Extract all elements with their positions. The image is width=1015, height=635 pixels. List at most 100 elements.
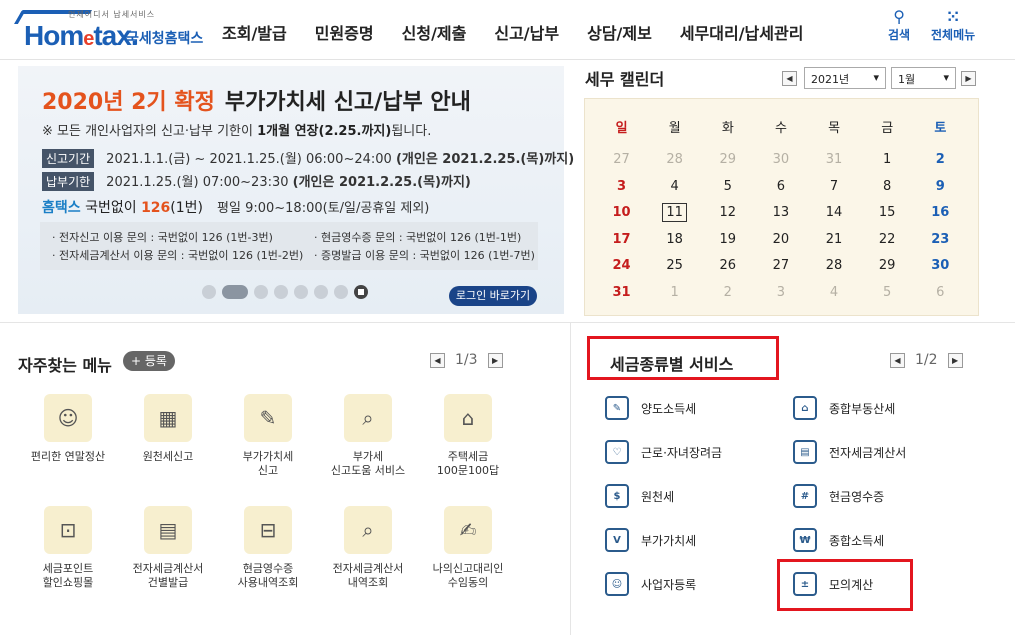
slide-dot[interactable]: [202, 285, 216, 299]
tax-services-next-button[interactable]: ▶: [947, 352, 963, 368]
calendar-day[interactable]: 26: [701, 258, 754, 273]
calendar-day[interactable]: 30: [754, 152, 807, 167]
calendar-day[interactable]: 6: [754, 179, 807, 194]
calendar-day[interactable]: 9: [914, 179, 967, 194]
calendar-day[interactable]: 18: [648, 232, 701, 247]
calendar-day[interactable]: 12: [701, 205, 754, 220]
slide-dot[interactable]: [314, 285, 328, 299]
favorite-menu-item[interactable]: ✎ 부가가치세 신고: [218, 394, 318, 478]
pause-icon[interactable]: [354, 285, 368, 299]
calendar-day[interactable]: 22: [861, 232, 914, 247]
tax-service-item[interactable]: ⌂ 종합부동산세: [793, 396, 895, 420]
calendar-day[interactable]: 8: [861, 179, 914, 194]
slide-dot[interactable]: [294, 285, 308, 299]
favorite-menu-item[interactable]: ▤ 전자세금계산서 건별발급: [118, 506, 218, 590]
year-select[interactable]: 2021년: [804, 67, 886, 89]
favorite-menu-item[interactable]: ☺ 편리한 연말정산: [18, 394, 118, 464]
nav-item-inquiry[interactable]: 조회/발급: [222, 20, 287, 44]
calendar-day[interactable]: 4: [648, 179, 701, 194]
nav-item-consult[interactable]: 상담/제보: [587, 20, 652, 44]
tax-service-item[interactable]: ✎ 양도소득세: [605, 396, 696, 420]
calendar-day[interactable]: 28: [808, 258, 861, 273]
register-favorite-button[interactable]: + 등록: [123, 351, 175, 371]
calendar-day[interactable]: 31: [808, 152, 861, 167]
banner-notice: ※ 모든 개인사업자의 신고·납부 기한이 1개월 연장(2.25.까지)됩니다…: [42, 124, 432, 139]
calendar-day[interactable]: 27: [754, 258, 807, 273]
nav-item-agent[interactable]: 세무대리/납세관리: [680, 20, 804, 44]
calendar-day[interactable]: 11: [648, 203, 701, 222]
calendar-day[interactable]: 20: [754, 232, 807, 247]
highlight-box-simulation: [777, 559, 913, 611]
calendar-day[interactable]: 25: [648, 258, 701, 273]
favorite-menu-item[interactable]: ⌂ 주택세금 100문100답: [418, 394, 518, 478]
calendar-day[interactable]: 3: [595, 179, 648, 194]
calendar-day[interactable]: 10: [595, 205, 648, 220]
tax-calendar: 일월화수목금토 27 28 29 30 31 1 2 3 4 5 6 7 8 9 10 11 12 13 14 15 1…: [584, 98, 979, 316]
calendar-day[interactable]: 2: [914, 152, 967, 167]
tax-service-item[interactable]: ☺ 사업자등록: [605, 572, 696, 596]
tax-service-item[interactable]: # 현금영수증: [793, 484, 884, 508]
tax-service-item[interactable]: ♡ 근로·자녀장려금: [605, 440, 722, 464]
favorites-next-button[interactable]: ▶: [487, 352, 503, 368]
tax-service-item[interactable]: ₩ 종합소득세: [793, 528, 884, 552]
calendar-day[interactable]: 24: [595, 258, 648, 273]
tax-service-item[interactable]: $ 원천세: [605, 484, 674, 508]
nav-item-certificate[interactable]: 민원증명: [315, 20, 374, 44]
calendar-day[interactable]: 27: [595, 152, 648, 167]
calendar-day[interactable]: 28: [648, 152, 701, 167]
calendar-day[interactable]: 5: [861, 285, 914, 300]
calendar-day[interactable]: 7: [808, 179, 861, 194]
tax-service-label: 현금영수증: [829, 489, 885, 504]
favorite-menu-item[interactable]: ✍ 나의신고대리인 수임동의: [418, 506, 518, 590]
calendar-day[interactable]: 5: [701, 179, 754, 194]
calendar-day[interactable]: 23: [914, 232, 967, 247]
calendar-day[interactable]: 16: [914, 205, 967, 220]
favorites-prev-button[interactable]: ◀: [430, 352, 445, 368]
calendar-day[interactable]: 4: [808, 285, 861, 300]
next-month-button[interactable]: ▶: [961, 71, 976, 86]
favorite-menu-item[interactable]: ⊟ 현금영수증 사용내역조회: [218, 506, 318, 590]
login-shortcut-button[interactable]: 로그인 바로가기: [449, 286, 537, 306]
favorites-pager: ◀ 1/3 ▶: [430, 352, 503, 368]
calendar-day[interactable]: 1: [648, 285, 701, 300]
calendar-day[interactable]: 13: [754, 205, 807, 220]
tax-services-prev-button[interactable]: ◀: [890, 352, 905, 368]
nav-item-report-pay[interactable]: 신고/납부: [494, 20, 559, 44]
calendar-day[interactable]: 31: [595, 285, 648, 300]
slide-dot[interactable]: [334, 285, 348, 299]
search-button[interactable]: ⚲ 검색: [888, 8, 910, 43]
calendar-day[interactable]: 19: [701, 232, 754, 247]
favorite-menu-item[interactable]: ⌕ 부가세 신고도움 서비스: [318, 394, 418, 478]
month-select[interactable]: 1월: [891, 67, 956, 89]
calendar-week-row: 10 11 12 13 14 15 16: [595, 203, 967, 222]
tax-service-item[interactable]: V 부가가치세: [605, 528, 696, 552]
calendar-day[interactable]: 29: [861, 258, 914, 273]
calendar-day[interactable]: 14: [808, 205, 861, 220]
all-menu-button[interactable]: ⁙ 전체메뉴: [931, 8, 975, 43]
calendar-day[interactable]: 15: [861, 205, 914, 220]
calendar-day[interactable]: 17: [595, 232, 648, 247]
calendar-day[interactable]: 30: [914, 258, 967, 273]
tax-service-item[interactable]: ▤ 전자세금계산서: [793, 440, 906, 464]
slide-dot-active[interactable]: [222, 285, 248, 299]
header: 언제어디서 납세서비스 Hometax. 국세청홈택스 조회/발급 민원증명 신…: [0, 0, 1015, 60]
slide-dot[interactable]: [274, 285, 288, 299]
nav-item-application[interactable]: 신청/제출: [402, 20, 467, 44]
favorite-menu-label: 나의신고대리인 수임동의: [432, 562, 504, 589]
calendar-day[interactable]: 2: [701, 285, 754, 300]
slide-dot[interactable]: [254, 285, 268, 299]
calendar-day[interactable]: 1: [861, 152, 914, 167]
calendar-day[interactable]: 6: [914, 285, 967, 300]
calendar-day[interactable]: 21: [808, 232, 861, 247]
hometax-logo[interactable]: 언제어디서 납세서비스 Hometax. 국세청홈택스: [13, 6, 208, 52]
favorite-menu-item[interactable]: ⊡ 세금포인트 할인쇼핑몰: [18, 506, 118, 590]
favorite-menu-item[interactable]: ▦ 원천세신고: [118, 394, 218, 464]
tax-service-icon: $: [605, 484, 629, 508]
calendar-day[interactable]: 29: [701, 152, 754, 167]
tax-services-page-indicator: 1/2: [915, 352, 938, 368]
tax-service-icon: ♡: [605, 440, 629, 464]
calendar-day[interactable]: 3: [754, 285, 807, 300]
vat-banner[interactable]: 2020년 2기 확정 부가가치세 신고/납부 안내 ※ 모든 개인사업자의 신고…: [18, 66, 574, 314]
prev-month-button[interactable]: ◀: [782, 71, 797, 86]
favorite-menu-item[interactable]: ⌕ 전자세금계산서 내역조회: [318, 506, 418, 590]
